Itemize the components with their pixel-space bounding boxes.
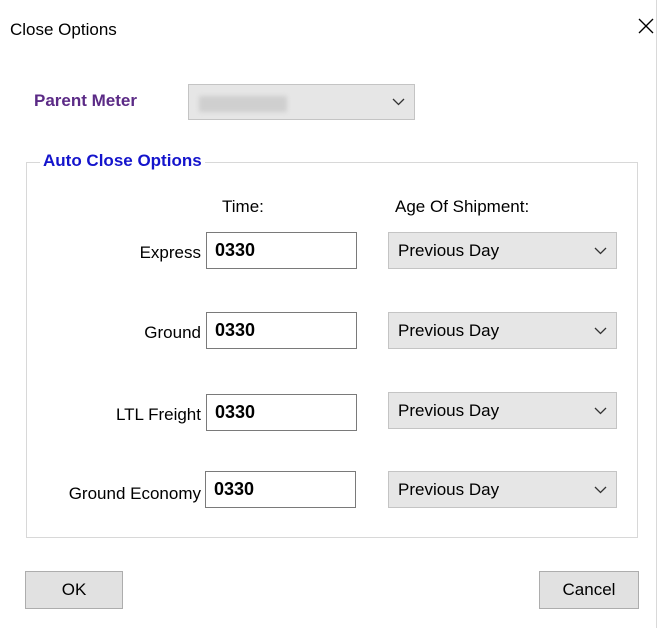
auto-close-legend: Auto Close Options	[40, 151, 205, 171]
age-select-value: Previous Day	[398, 401, 500, 420]
time-input-express[interactable]	[206, 232, 357, 269]
parent-meter-label: Parent Meter	[34, 91, 137, 110]
row-label-ltl-freight: LTL Freight	[115, 405, 201, 424]
age-select-express[interactable]: Previous Day	[388, 232, 617, 269]
window-border	[656, 0, 657, 628]
ok-button[interactable]: OK	[25, 571, 123, 609]
time-input-ground-economy[interactable]	[205, 471, 356, 508]
row-label-express: Express	[139, 243, 201, 262]
time-input-ground[interactable]	[206, 312, 357, 349]
time-column-header: Time:	[222, 197, 264, 216]
row-label-ground: Ground	[144, 323, 201, 342]
age-select-ground[interactable]: Previous Day	[388, 312, 617, 349]
age-column-header: Age Of Shipment:	[395, 197, 530, 216]
chevron-down-icon	[594, 327, 607, 335]
close-icon[interactable]	[633, 13, 659, 39]
age-select-value: Previous Day	[398, 321, 500, 340]
cancel-button[interactable]: Cancel	[539, 571, 639, 609]
chevron-down-icon	[594, 247, 607, 255]
age-select-ltl-freight[interactable]: Previous Day	[388, 392, 617, 429]
chevron-down-icon	[594, 486, 607, 494]
parent-meter-value-redacted	[199, 96, 287, 112]
parent-meter-select[interactable]	[188, 84, 415, 120]
window-title: Close Options	[10, 20, 117, 39]
time-input-ltl-freight[interactable]	[206, 394, 357, 431]
age-select-value: Previous Day	[398, 480, 500, 499]
age-select-value: Previous Day	[398, 241, 500, 260]
row-label-ground-economy: Ground Economy	[68, 484, 201, 503]
age-select-ground-economy[interactable]: Previous Day	[388, 471, 617, 508]
chevron-down-icon	[392, 98, 405, 106]
chevron-down-icon	[594, 407, 607, 415]
